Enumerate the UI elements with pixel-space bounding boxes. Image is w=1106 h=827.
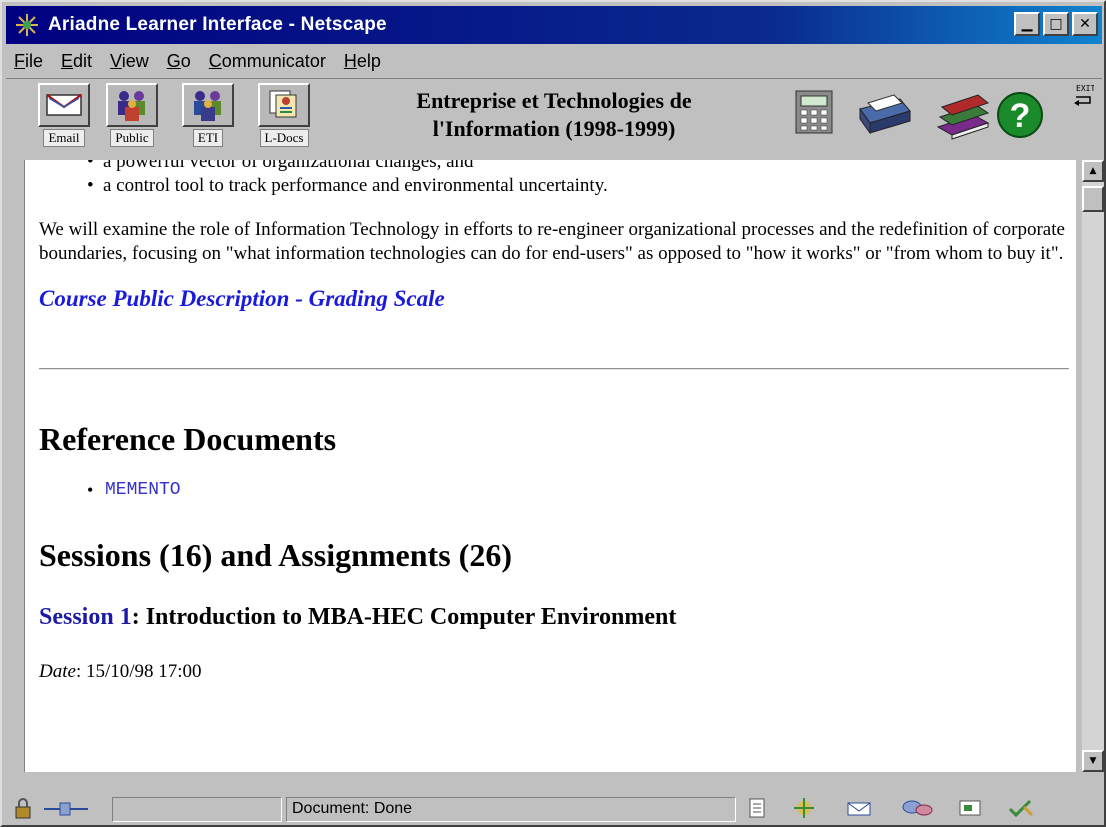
title-bar[interactable]: Ariadne Learner Interface - Netscape ▁ □… xyxy=(6,6,1102,44)
netscape-icon xyxy=(14,12,40,38)
course-paragraph: We will examine the role of Information … xyxy=(39,219,1065,264)
scroll-thumb[interactable] xyxy=(1082,186,1104,212)
maximize-button[interactable]: □ xyxy=(1043,12,1069,36)
list-item: a control tool to track performance and … xyxy=(87,174,1069,198)
minimize-button[interactable]: ▁ xyxy=(1014,12,1040,36)
course-description-link[interactable]: Course Public Description - Grading Scal… xyxy=(39,286,1069,312)
menu-file-accel: F xyxy=(14,50,25,71)
eti-button[interactable]: ETI xyxy=(178,83,238,151)
eti-label: ETI xyxy=(192,129,224,147)
menu-help[interactable]: Help xyxy=(336,49,389,74)
status-bar: Document: Done xyxy=(6,794,1102,825)
people-icon xyxy=(106,83,158,127)
menu-file-rest: ile xyxy=(25,50,44,71)
course-title-line1: Entreprise et Technologies de xyxy=(416,88,692,113)
menu-help-accel: H xyxy=(343,50,357,71)
horizontal-rule xyxy=(39,368,1069,370)
vertical-scrollbar[interactable]: ▲ ▼ xyxy=(1082,160,1104,772)
help-icon[interactable]: ? xyxy=(996,87,1046,148)
memento-link[interactable]: MEMENTO xyxy=(87,480,1069,501)
course-title-line2: l'Information (1998-1999) xyxy=(432,116,676,141)
email-icon xyxy=(38,83,90,127)
svg-text:?: ? xyxy=(1010,97,1031,135)
course-toolbar: Email Public ETI L-Docs Entreprise et Te… xyxy=(6,78,1102,160)
navigator-icon[interactable] xyxy=(790,797,824,824)
page-content[interactable]: a powerful vector of organizational chan… xyxy=(24,160,1076,772)
menu-help-rest: elp xyxy=(356,50,381,71)
reference-list: MEMENTO xyxy=(87,480,1069,501)
menu-communicator-accel: C xyxy=(208,50,222,71)
exit-label: EXIT xyxy=(1076,84,1094,93)
list-item: a powerful vector of organizational chan… xyxy=(87,160,1069,174)
close-icon: ✕ xyxy=(1079,16,1091,32)
menu-view-accel: V xyxy=(110,50,122,71)
status-text: Document: Done xyxy=(292,800,413,817)
menu-bar: File Edit View Go Communicator Help xyxy=(6,46,389,76)
page-icon[interactable] xyxy=(746,797,770,824)
menu-go-accel: G xyxy=(166,50,181,71)
date-label: Date xyxy=(39,661,76,682)
public-label: Public xyxy=(110,129,154,147)
sessions-heading: Sessions (16) and Assignments (26) xyxy=(39,537,512,573)
ldocs-button[interactable]: L-Docs xyxy=(254,83,314,151)
reference-heading: Reference Documents xyxy=(39,421,337,457)
ldocs-label: L-Docs xyxy=(259,129,309,147)
public-button[interactable]: Public xyxy=(102,83,162,151)
scroll-down-button[interactable]: ▼ xyxy=(1082,750,1104,772)
menu-communicator[interactable]: Communicator xyxy=(201,49,334,74)
course-title: Entreprise et Technologies de l'Informat… xyxy=(364,87,744,143)
documents-icon xyxy=(258,83,310,127)
intro-bullet-list: a powerful vector of organizational chan… xyxy=(87,160,1069,198)
menu-edit[interactable]: Edit xyxy=(53,49,100,74)
connection-icon[interactable] xyxy=(42,797,92,826)
discussion-icon[interactable] xyxy=(900,797,936,824)
calculator-icon[interactable] xyxy=(792,87,838,142)
email-label: Email xyxy=(43,129,85,147)
menu-file[interactable]: File xyxy=(6,49,51,74)
minimize-icon: ▁ xyxy=(1021,16,1033,32)
maximize-icon: □ xyxy=(1049,16,1063,32)
arrow-down-icon: ▼ xyxy=(1089,756,1097,766)
email-button[interactable]: Email xyxy=(34,83,94,151)
mail-icon[interactable] xyxy=(844,797,880,824)
session-1-title: : Introduction to MBA-HEC Computer Envir… xyxy=(131,604,677,630)
menu-edit-rest: dit xyxy=(73,50,93,71)
window-title: Ariadne Learner Interface - Netscape xyxy=(48,14,387,35)
progress-panel xyxy=(112,797,282,822)
menu-go-rest: o xyxy=(180,50,191,71)
menu-edit-accel: E xyxy=(61,50,74,71)
menu-view-rest: iew xyxy=(121,50,149,71)
composer-icon[interactable] xyxy=(956,797,986,824)
date-value: : 15/10/98 17:00 xyxy=(75,661,202,682)
menu-view[interactable]: View xyxy=(102,49,157,74)
books-icon[interactable] xyxy=(934,87,994,148)
component-bar xyxy=(746,797,1036,824)
close-button[interactable]: ✕ xyxy=(1072,12,1098,36)
security-icon[interactable] xyxy=(1006,797,1036,824)
session-1-heading: Session 1: Introduction to MBA-HEC Compu… xyxy=(39,604,1069,631)
arrow-up-icon: ▲ xyxy=(1089,166,1097,176)
browser-window: Ariadne Learner Interface - Netscape ▁ □… xyxy=(0,0,1106,827)
menu-go[interactable]: Go xyxy=(159,49,199,74)
session-1-date: Date: 15/10/98 17:00 xyxy=(39,661,1069,683)
exit-icon[interactable]: EXIT xyxy=(1072,83,1095,111)
menu-communicator-rest: ommunicator xyxy=(221,50,326,71)
people-icon xyxy=(182,83,234,127)
scroll-up-button[interactable]: ▲ xyxy=(1082,160,1104,182)
security-lock-icon[interactable] xyxy=(12,797,42,826)
printer-icon[interactable] xyxy=(852,87,916,142)
session-1-link[interactable]: Session 1 xyxy=(39,604,132,630)
